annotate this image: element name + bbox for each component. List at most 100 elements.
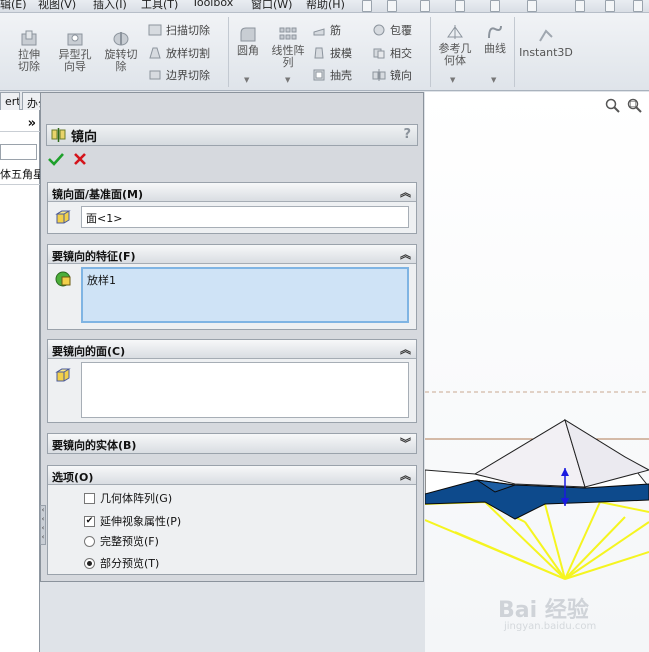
group-header-features[interactable]: 要镜向的特征(F) ︽ xyxy=(48,245,416,264)
collapse-icon[interactable]: ︽ xyxy=(400,246,411,262)
swept-cut-icon xyxy=(148,24,162,36)
tree-filter-input[interactable] xyxy=(0,144,37,160)
mirror-button[interactable]: 镜向 xyxy=(372,66,412,84)
rib-label: 筋 xyxy=(330,24,341,37)
menu-insert[interactable]: 插入(I) xyxy=(93,0,127,12)
zoom-area-icon[interactable] xyxy=(627,98,643,114)
group-bodies-to-mirror: 要镜向的实体(B) ︾ xyxy=(47,433,417,454)
hole-wizard-icon xyxy=(67,33,83,46)
save-icon[interactable] xyxy=(455,0,465,12)
group-header-mirror-plane[interactable]: 镜向面/基准面(M) ︽ xyxy=(48,183,416,202)
revolve-cut-button[interactable]: 旋转切除 xyxy=(100,29,142,73)
mirror-plane-selection[interactable]: 面<1> xyxy=(81,206,409,228)
rebuild-icon[interactable] xyxy=(605,0,615,12)
menu-window[interactable]: 窗口(W) xyxy=(251,0,292,12)
hole-wizard-button[interactable]: 异型孔向导 xyxy=(54,29,96,73)
cancel-button[interactable] xyxy=(73,152,87,166)
geometry-pattern-label: 几何体阵列(G) xyxy=(100,492,173,505)
features-selection-list[interactable]: 放样1 xyxy=(81,267,409,323)
partial-preview-radio[interactable] xyxy=(84,557,95,569)
zoom-to-fit-icon[interactable] xyxy=(605,98,621,114)
propagate-visual-checkbox[interactable]: ✔ xyxy=(84,515,95,527)
hole-wizard-label: 异型孔向导 xyxy=(58,48,92,73)
collapse-icon[interactable]: ︽ xyxy=(400,467,411,483)
linear-pattern-label: 线性阵列 xyxy=(271,44,305,69)
reference-geometry-button[interactable]: 参考几何体 xyxy=(434,23,476,67)
help-button[interactable]: ? xyxy=(403,127,411,142)
group-header-bodies[interactable]: 要镜向的实体(B) ︾ xyxy=(48,434,416,453)
pattern-dropdown-icon[interactable]: ▼ xyxy=(285,76,290,84)
menu-bar: 辑(E) 视图(V) 插入(I) 工具(T) Toolbox 窗口(W) 帮助(… xyxy=(0,0,649,13)
revolve-cut-label: 旋转切除 xyxy=(104,48,138,73)
shell-icon xyxy=(313,69,325,81)
intersect-label: 相交 xyxy=(390,47,412,60)
menu-tools[interactable]: 工具(T) xyxy=(141,0,178,12)
partial-preview-option[interactable]: 部分预览(T) xyxy=(84,555,159,571)
menu-edit[interactable]: 辑(E) xyxy=(0,0,27,12)
rib-button[interactable]: 筋 xyxy=(312,21,341,39)
tab-insert[interactable]: ert xyxy=(0,92,20,110)
fillet-dropdown-icon[interactable]: ▼ xyxy=(244,76,249,84)
ribbon-divider xyxy=(514,17,515,87)
fillet-button[interactable]: 圆角 xyxy=(232,25,264,57)
full-preview-option[interactable]: 完整预览(F) xyxy=(84,533,159,549)
group-header-options[interactable]: 选项(O) ︽ xyxy=(48,466,416,485)
watermark-brand: Bai 经验 xyxy=(498,598,589,623)
tree-divider xyxy=(0,184,40,185)
curves-button[interactable]: 曲线 xyxy=(480,23,510,55)
draft-button[interactable]: 拔模 xyxy=(312,44,352,62)
boundary-cut-button[interactable]: 边界切除 xyxy=(148,66,210,84)
pm-title-bar: 镜向 ? xyxy=(46,124,418,146)
wrap-button[interactable]: 包覆 xyxy=(372,21,412,39)
tree-header: » xyxy=(0,116,40,132)
undo-icon[interactable] xyxy=(527,0,537,12)
lofted-cut-button[interactable]: 放样切割 xyxy=(148,44,210,62)
command-manager: 拉伸切除 异型孔向导 旋转切除 扫描切除 放样切割 边界切除 圆角 ▼ 线性阵列… xyxy=(0,13,649,91)
feature-manager-tree: » 体五角星 xyxy=(0,110,40,652)
swept-cut-button[interactable]: 扫描切除 xyxy=(148,21,210,39)
open-icon[interactable] xyxy=(420,0,430,12)
linear-pattern-button[interactable]: 线性阵列 xyxy=(268,25,308,69)
propagate-visual-option[interactable]: ✔ 延伸视象属性(P) xyxy=(84,513,181,529)
face-icon xyxy=(55,368,71,382)
revolve-cut-icon xyxy=(113,32,129,46)
intersect-button[interactable]: 相交 xyxy=(372,44,412,62)
tree-item[interactable]: 体五角星 xyxy=(0,166,40,182)
options-icon[interactable] xyxy=(633,0,643,12)
menu-toolbox[interactable]: Toolbox xyxy=(192,0,233,9)
panel-splitter-handle[interactable]: ‹ ‹ ‹ ‹ xyxy=(40,505,46,545)
reference-dropdown-icon[interactable]: ▼ xyxy=(450,76,455,84)
lofted-cut-icon xyxy=(149,47,161,59)
ok-button[interactable] xyxy=(48,152,64,166)
features-icon xyxy=(55,271,71,287)
extrude-cut-icon xyxy=(21,30,37,46)
expand-icon[interactable]: ︾ xyxy=(400,435,411,451)
model-view xyxy=(425,92,649,652)
expand-icon[interactable]: » xyxy=(28,116,36,131)
shell-button[interactable]: 抽壳 xyxy=(312,66,352,84)
group-title: 选项(O) xyxy=(52,471,94,484)
menu-view[interactable]: 视图(V) xyxy=(38,0,76,12)
select-icon[interactable] xyxy=(575,0,585,12)
faces-selection-list[interactable] xyxy=(81,362,409,418)
full-preview-radio[interactable] xyxy=(84,535,95,547)
extrude-cut-button[interactable]: 拉伸切除 xyxy=(8,29,50,73)
instant3d-button[interactable]: Instant3D xyxy=(518,27,574,59)
geometry-pattern-option[interactable]: 几何体阵列(G) xyxy=(84,490,172,506)
curves-dropdown-icon[interactable]: ▼ xyxy=(491,76,496,84)
menu-help[interactable]: 帮助(H) xyxy=(306,0,345,12)
feature-item[interactable]: 放样1 xyxy=(87,274,116,287)
collapse-icon[interactable]: ︽ xyxy=(400,341,411,357)
pm-title: 镜向 xyxy=(71,129,98,145)
group-header-faces[interactable]: 要镜向的面(C) ︽ xyxy=(48,340,416,359)
print-icon[interactable] xyxy=(490,0,500,12)
new-document-icon[interactable] xyxy=(387,0,397,12)
mirror-icon xyxy=(372,69,386,81)
propagate-visual-label: 延伸视象属性(P) xyxy=(100,515,182,528)
graphics-area[interactable] xyxy=(425,92,649,652)
collapse-icon[interactable]: ︽ xyxy=(400,184,411,200)
rib-icon xyxy=(313,28,325,36)
pin-icon[interactable] xyxy=(362,0,372,12)
mirror-icon xyxy=(51,128,66,142)
geometry-pattern-checkbox[interactable] xyxy=(84,492,95,504)
